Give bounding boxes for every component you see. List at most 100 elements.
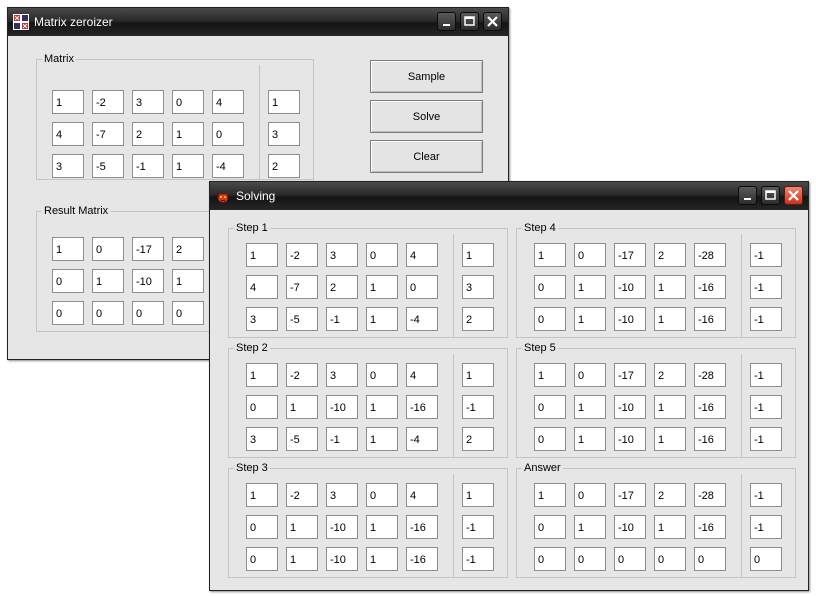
step-matrix-cell[interactable] <box>654 427 686 451</box>
step-matrix-cell[interactable] <box>286 427 318 451</box>
result-matrix-cell[interactable] <box>52 269 84 293</box>
step-matrix-cell[interactable] <box>654 395 686 419</box>
solve-button[interactable]: Solve <box>370 100 483 133</box>
step-matrix-cell[interactable] <box>326 483 358 507</box>
matrix-cell[interactable] <box>132 122 164 146</box>
result-matrix-cell[interactable] <box>172 301 204 325</box>
step-constant-cell[interactable] <box>750 515 782 539</box>
step-matrix-cell[interactable] <box>366 483 398 507</box>
step-matrix-cell[interactable] <box>366 243 398 267</box>
clear-button[interactable]: Clear <box>370 140 483 173</box>
step-matrix-cell[interactable] <box>406 275 438 299</box>
step-matrix-cell[interactable] <box>366 307 398 331</box>
result-matrix-cell[interactable] <box>92 301 124 325</box>
step-matrix-cell[interactable] <box>534 363 566 387</box>
step-matrix-cell[interactable] <box>534 275 566 299</box>
step-matrix-cell[interactable] <box>286 363 318 387</box>
step-matrix-cell[interactable] <box>406 547 438 571</box>
result-matrix-cell[interactable] <box>132 237 164 261</box>
step-matrix-cell[interactable] <box>574 483 606 507</box>
step-matrix-cell[interactable] <box>614 427 646 451</box>
step-matrix-cell[interactable] <box>534 243 566 267</box>
step-matrix-cell[interactable] <box>694 427 726 451</box>
matrix-constant-cell[interactable] <box>268 90 300 114</box>
matrix-cell[interactable] <box>212 154 244 178</box>
step-matrix-cell[interactable] <box>406 243 438 267</box>
step-matrix-cell[interactable] <box>614 483 646 507</box>
step-matrix-cell[interactable] <box>286 243 318 267</box>
step-constant-cell[interactable] <box>462 395 494 419</box>
main-title-bar[interactable]: Matrix zeroizer <box>8 8 508 36</box>
result-matrix-cell[interactable] <box>92 237 124 261</box>
step-matrix-cell[interactable] <box>246 515 278 539</box>
step-matrix-cell[interactable] <box>534 483 566 507</box>
matrix-cell[interactable] <box>92 154 124 178</box>
step-constant-cell[interactable] <box>462 547 494 571</box>
main-maximize-button[interactable] <box>460 12 479 31</box>
step-matrix-cell[interactable] <box>694 483 726 507</box>
step-matrix-cell[interactable] <box>326 243 358 267</box>
step-matrix-cell[interactable] <box>574 363 606 387</box>
step-matrix-cell[interactable] <box>654 515 686 539</box>
result-matrix-cell[interactable] <box>172 237 204 261</box>
step-matrix-cell[interactable] <box>534 427 566 451</box>
step-matrix-cell[interactable] <box>326 307 358 331</box>
matrix-constant-cell[interactable] <box>268 122 300 146</box>
step-constant-cell[interactable] <box>462 243 494 267</box>
step-matrix-cell[interactable] <box>326 275 358 299</box>
matrix-cell[interactable] <box>92 90 124 114</box>
matrix-cell[interactable] <box>52 154 84 178</box>
step-matrix-cell[interactable] <box>574 395 606 419</box>
result-matrix-cell[interactable] <box>52 237 84 261</box>
step-constant-cell[interactable] <box>750 363 782 387</box>
step-matrix-cell[interactable] <box>326 395 358 419</box>
matrix-cell[interactable] <box>132 90 164 114</box>
step-constant-cell[interactable] <box>750 307 782 331</box>
step-matrix-cell[interactable] <box>694 395 726 419</box>
step-constant-cell[interactable] <box>462 307 494 331</box>
step-matrix-cell[interactable] <box>366 363 398 387</box>
step-constant-cell[interactable] <box>750 395 782 419</box>
main-close-button[interactable] <box>483 12 502 31</box>
matrix-cell[interactable] <box>212 90 244 114</box>
step-matrix-cell[interactable] <box>614 243 646 267</box>
sample-button[interactable]: Sample <box>370 60 483 93</box>
step-constant-cell[interactable] <box>462 427 494 451</box>
step-matrix-cell[interactable] <box>614 307 646 331</box>
matrix-constant-cell[interactable] <box>268 154 300 178</box>
step-matrix-cell[interactable] <box>654 363 686 387</box>
step-matrix-cell[interactable] <box>286 515 318 539</box>
step-matrix-cell[interactable] <box>286 547 318 571</box>
step-matrix-cell[interactable] <box>574 515 606 539</box>
result-matrix-cell[interactable] <box>132 301 164 325</box>
step-matrix-cell[interactable] <box>286 395 318 419</box>
matrix-cell[interactable] <box>172 154 204 178</box>
step-matrix-cell[interactable] <box>574 275 606 299</box>
step-matrix-cell[interactable] <box>326 547 358 571</box>
result-matrix-cell[interactable] <box>132 269 164 293</box>
step-constant-cell[interactable] <box>462 515 494 539</box>
step-matrix-cell[interactable] <box>326 515 358 539</box>
step-matrix-cell[interactable] <box>574 243 606 267</box>
solving-close-button[interactable] <box>784 186 803 205</box>
step-constant-cell[interactable] <box>462 363 494 387</box>
step-matrix-cell[interactable] <box>534 515 566 539</box>
step-matrix-cell[interactable] <box>246 307 278 331</box>
step-matrix-cell[interactable] <box>614 547 646 571</box>
step-matrix-cell[interactable] <box>246 547 278 571</box>
step-constant-cell[interactable] <box>750 483 782 507</box>
step-matrix-cell[interactable] <box>534 395 566 419</box>
step-matrix-cell[interactable] <box>246 395 278 419</box>
step-matrix-cell[interactable] <box>574 547 606 571</box>
step-matrix-cell[interactable] <box>286 483 318 507</box>
step-matrix-cell[interactable] <box>654 483 686 507</box>
main-minimize-button[interactable] <box>437 12 456 31</box>
step-matrix-cell[interactable] <box>246 427 278 451</box>
result-matrix-cell[interactable] <box>92 269 124 293</box>
result-matrix-cell[interactable] <box>52 301 84 325</box>
step-matrix-cell[interactable] <box>366 395 398 419</box>
step-matrix-cell[interactable] <box>694 275 726 299</box>
step-matrix-cell[interactable] <box>406 363 438 387</box>
step-matrix-cell[interactable] <box>286 307 318 331</box>
step-matrix-cell[interactable] <box>654 307 686 331</box>
